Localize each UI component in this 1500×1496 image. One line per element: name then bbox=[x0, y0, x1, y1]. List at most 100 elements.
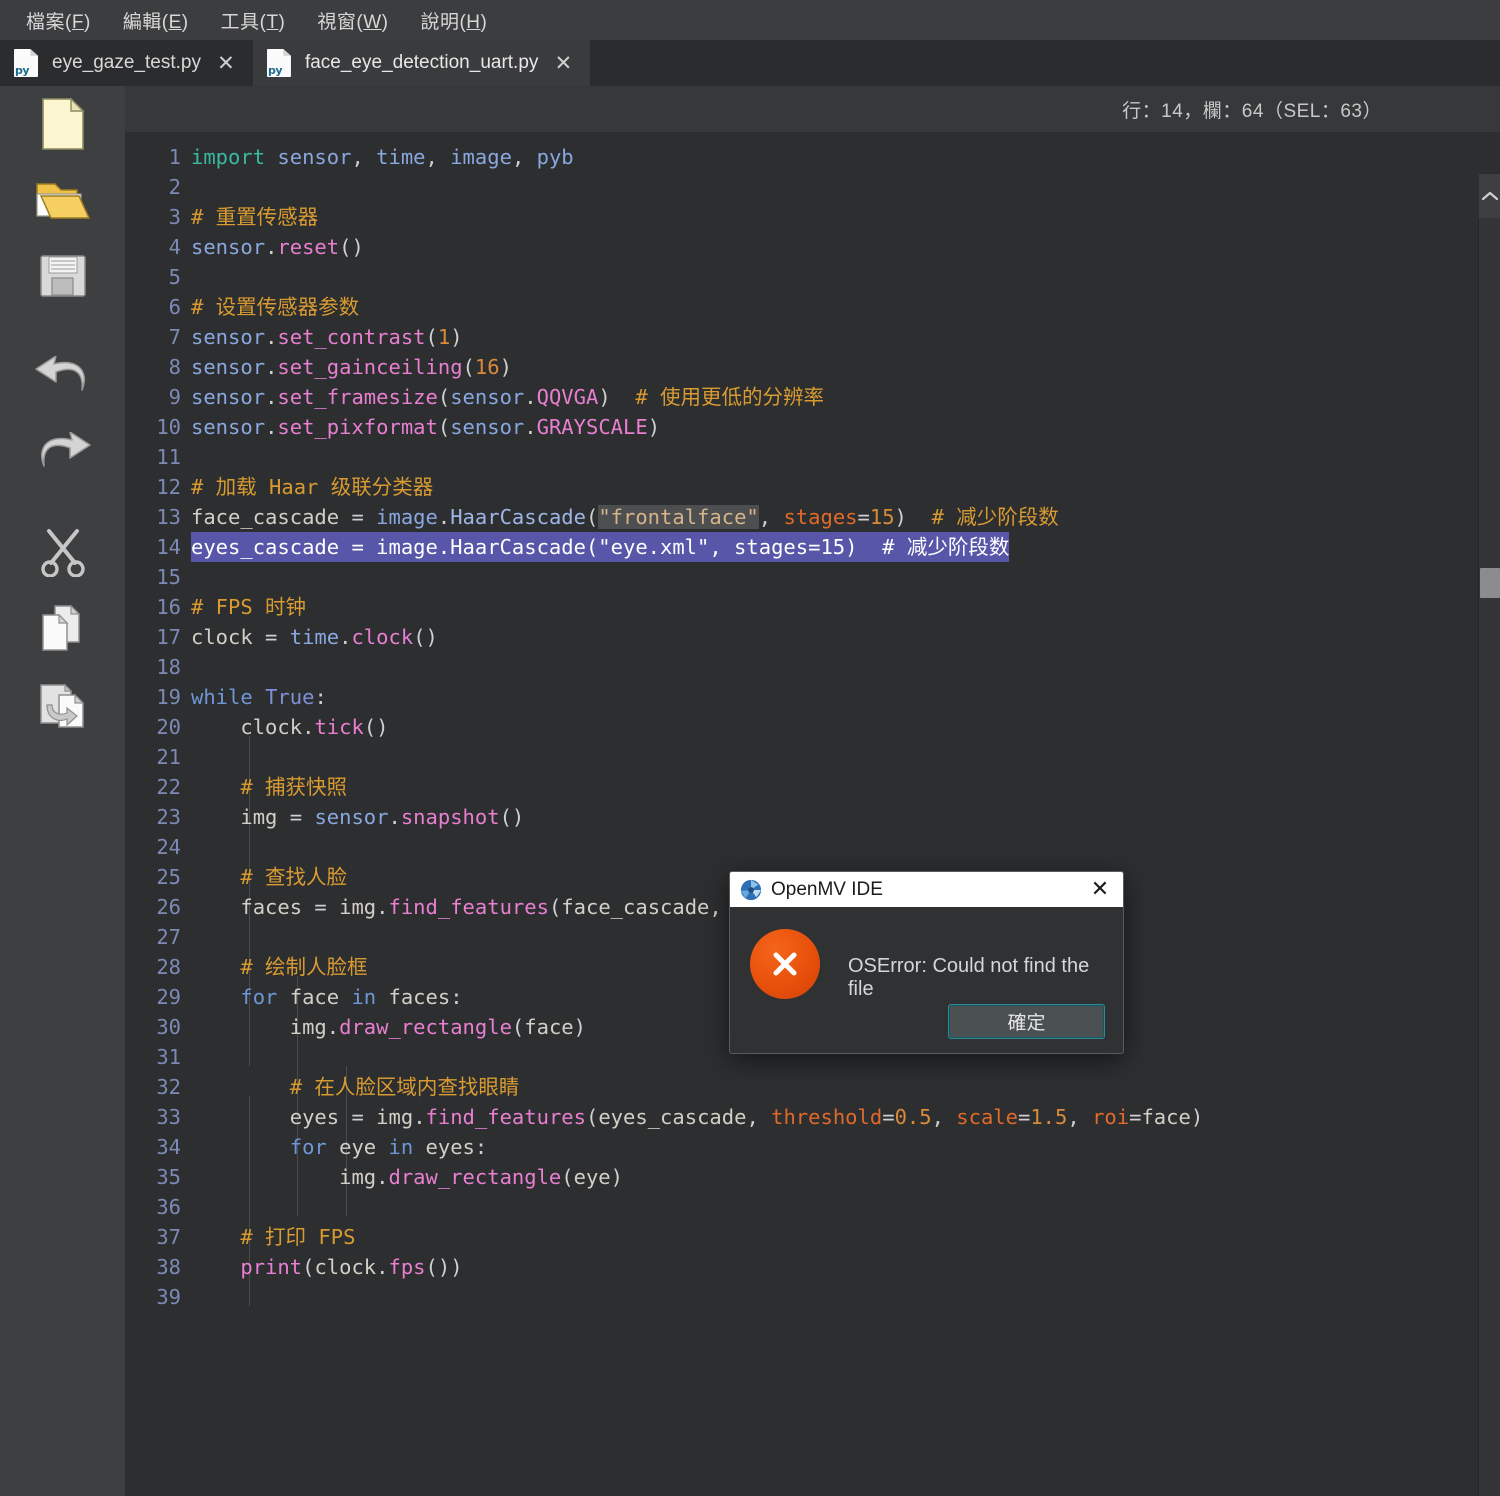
error-dialog: OpenMV IDE ✕ OSError: Could not find the… bbox=[729, 871, 1124, 1054]
line-number: 29 bbox=[156, 985, 181, 1009]
x-mark-icon bbox=[773, 952, 797, 976]
dialog-title-bar: OpenMV IDE ✕ bbox=[730, 872, 1123, 907]
line-content: sensor.set_framesize(sensor.QQVGA) # 使用更… bbox=[191, 385, 825, 409]
code-line: 9 sensor.set_framesize(sensor.QQVGA) # 使用… bbox=[125, 382, 1480, 412]
line-number: 22 bbox=[156, 775, 181, 799]
ok-button[interactable]: 確定 bbox=[948, 1004, 1105, 1039]
code-line: 7 sensor.set_contrast(1) bbox=[125, 322, 1480, 352]
line-number: 35 bbox=[156, 1165, 181, 1189]
new-file-button[interactable] bbox=[0, 86, 125, 162]
line-content: for eye in eyes: bbox=[289, 1135, 488, 1159]
code-line: 33 eyes = img.find_features(eyes_cascade… bbox=[125, 1102, 1480, 1132]
line-number: 25 bbox=[156, 865, 181, 889]
line-content: while True: bbox=[191, 685, 327, 709]
tab-close-icon[interactable]: ✕ bbox=[215, 52, 237, 74]
menu-edit-key: E bbox=[168, 11, 182, 33]
line-content: eyes_cascade = image.HaarCascade("eye.xm… bbox=[191, 532, 1010, 562]
line-content: # 查找人脸 bbox=[240, 865, 348, 889]
open-folder-button[interactable] bbox=[0, 162, 125, 238]
line-number: 13 bbox=[156, 505, 181, 529]
code-line: 23 img = sensor.snapshot() bbox=[125, 802, 1480, 832]
menu-window-label: 視窗( bbox=[317, 11, 364, 33]
line-content: img = sensor.snapshot() bbox=[240, 805, 525, 829]
line-number: 31 bbox=[156, 1045, 181, 1069]
copy-button[interactable] bbox=[0, 590, 125, 666]
line-number: 38 bbox=[156, 1255, 181, 1279]
menu-item-file[interactable]: 檔案(F) bbox=[12, 3, 105, 38]
tab-label: face_eye_detection_uart.py bbox=[304, 52, 539, 73]
menu-edit-tail: ) bbox=[181, 11, 189, 33]
code-line: 35 img.draw_rectangle(eye) bbox=[125, 1162, 1480, 1192]
line-content: sensor.set_contrast(1) bbox=[191, 325, 463, 349]
scroll-up-button[interactable] bbox=[1479, 174, 1500, 218]
menu-item-window[interactable]: 視窗(W) bbox=[303, 3, 402, 38]
line-content: sensor.reset() bbox=[191, 235, 364, 259]
line-number: 1 bbox=[168, 145, 181, 169]
line-number: 2 bbox=[168, 175, 181, 199]
menu-help-label: 說明( bbox=[420, 11, 467, 33]
tab-eye-gaze-test[interactable]: py eye_gaze_test.py ✕ bbox=[0, 40, 253, 86]
code-editor[interactable]: 1 import sensor, time, image, pyb 2 3 # 重置… bbox=[125, 132, 1480, 1496]
code-line: 36 bbox=[125, 1192, 1480, 1222]
code-line: 24 bbox=[125, 832, 1480, 862]
cut-button[interactable] bbox=[0, 514, 125, 590]
code-line: 37 # 打印 FPS bbox=[125, 1222, 1480, 1252]
new-file-icon bbox=[41, 97, 85, 150]
code-line: 16 # FPS 时钟 bbox=[125, 592, 1480, 622]
line-number: 3 bbox=[168, 205, 181, 229]
code-lines: 1 import sensor, time, image, pyb 2 3 # 重置… bbox=[125, 132, 1480, 1312]
menu-item-edit[interactable]: 編輯(E) bbox=[109, 3, 203, 38]
close-icon[interactable]: ✕ bbox=[1085, 876, 1115, 904]
undo-button[interactable] bbox=[0, 340, 125, 416]
line-content: eyes = img.find_features(eyes_cascade, t… bbox=[289, 1105, 1204, 1129]
menu-item-tools[interactable]: 工具(T) bbox=[207, 3, 300, 38]
paste-button[interactable] bbox=[0, 666, 125, 742]
menu-tools-key: T bbox=[266, 11, 279, 33]
code-line: 11 bbox=[125, 442, 1480, 472]
openmv-ide-window: 檔案(F) 編輯(E) 工具(T) 視窗(W) 說明(H) py eye_gaz… bbox=[0, 0, 1500, 1496]
scrollbar-thumb[interactable] bbox=[1480, 568, 1500, 598]
line-number: 5 bbox=[168, 265, 181, 289]
line-number: 9 bbox=[168, 385, 181, 409]
line-number: 10 bbox=[156, 415, 181, 439]
code-line: 3 # 重置传感器 bbox=[125, 202, 1480, 232]
code-line: 2 bbox=[125, 172, 1480, 202]
open-folder-icon bbox=[35, 183, 90, 219]
line-content: img.draw_rectangle(face) bbox=[289, 1015, 586, 1039]
dialog-message: OSError: Could not find the file bbox=[848, 955, 1090, 1000]
code-line: 8 sensor.set_gainceiling(16) bbox=[125, 352, 1480, 382]
line-content: face_cascade = image.HaarCascade("fronta… bbox=[191, 505, 1059, 529]
editor-tab-bar: py eye_gaze_test.py ✕ py face_eye_detect… bbox=[0, 40, 1500, 86]
tab-face-eye-detection-uart[interactable]: py face_eye_detection_uart.py ✕ bbox=[252, 40, 591, 86]
editor-panel: 行：14，欄：64（SEL：63） 1 import sensor, time, … bbox=[125, 86, 1500, 1496]
line-number: 21 bbox=[156, 745, 181, 769]
save-button[interactable] bbox=[0, 238, 125, 314]
vertical-scrollbar[interactable] bbox=[1478, 174, 1500, 1496]
line-content: sensor.set_pixformat(sensor.GRAYSCALE) bbox=[191, 415, 661, 439]
line-content: sensor.set_gainceiling(16) bbox=[191, 355, 512, 379]
line-content: # 重置传感器 bbox=[191, 205, 319, 229]
line-content: # 打印 FPS bbox=[240, 1225, 356, 1249]
line-number: 37 bbox=[156, 1225, 181, 1249]
menu-bar: 檔案(F) 編輯(E) 工具(T) 視窗(W) 說明(H) bbox=[0, 0, 1500, 40]
menu-help-key: H bbox=[466, 11, 481, 33]
line-content: clock = time.clock() bbox=[191, 625, 438, 649]
code-line: 13 face_cascade = image.HaarCascade("fron… bbox=[125, 502, 1480, 532]
line-content: # 绘制人脸框 bbox=[240, 955, 368, 979]
code-line: 34 for eye in eyes: bbox=[125, 1132, 1480, 1162]
line-number: 7 bbox=[168, 325, 181, 349]
menu-item-help[interactable]: 說明(H) bbox=[406, 3, 501, 38]
line-number: 28 bbox=[156, 955, 181, 979]
line-content: # 捕获快照 bbox=[240, 775, 348, 799]
tab-close-icon[interactable]: ✕ bbox=[552, 52, 574, 74]
menu-tools-label: 工具( bbox=[220, 11, 267, 33]
redo-icon bbox=[40, 432, 91, 467]
line-number: 16 bbox=[156, 595, 181, 619]
line-number: 30 bbox=[156, 1015, 181, 1039]
line-number: 8 bbox=[168, 355, 181, 379]
redo-button[interactable] bbox=[0, 416, 125, 492]
undo-icon bbox=[34, 356, 85, 391]
menu-help-tail: ) bbox=[480, 11, 488, 33]
tab-label: eye_gaze_test.py bbox=[52, 52, 201, 73]
line-number: 32 bbox=[156, 1075, 181, 1099]
